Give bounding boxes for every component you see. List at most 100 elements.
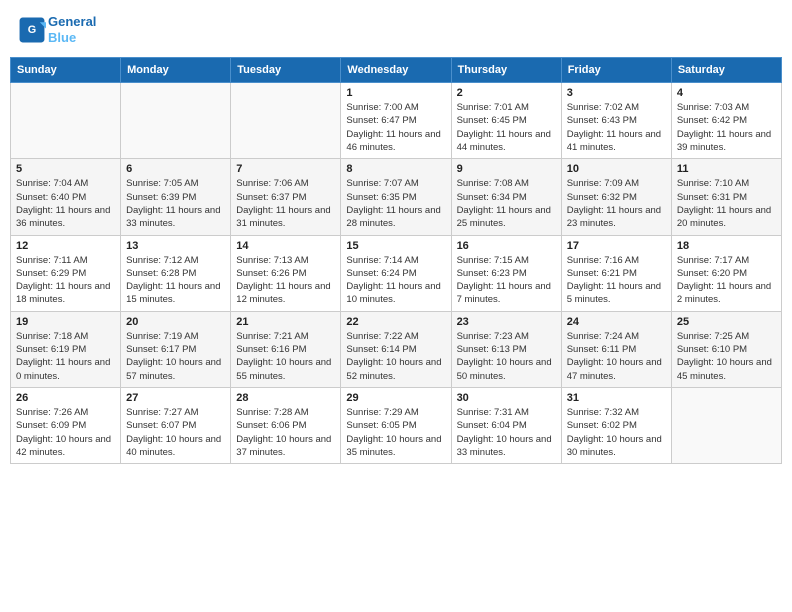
- calendar-cell: 13 Sunrise: 7:12 AMSunset: 6:28 PMDayligh…: [121, 235, 231, 311]
- day-info: Sunrise: 7:24 AMSunset: 6:11 PMDaylight:…: [567, 330, 666, 383]
- calendar-cell: 8 Sunrise: 7:07 AMSunset: 6:35 PMDaylight…: [341, 159, 451, 235]
- calendar-cell: 27 Sunrise: 7:27 AMSunset: 6:07 PMDayligh…: [121, 387, 231, 463]
- day-info: Sunrise: 7:22 AMSunset: 6:14 PMDaylight:…: [346, 330, 445, 383]
- day-info: Sunrise: 7:27 AMSunset: 6:07 PMDaylight:…: [126, 406, 225, 459]
- calendar-cell: 19Sunrise: 7:18 AMSunset: 6:19 PMDayligh…: [11, 311, 121, 387]
- day-number: 11: [677, 163, 776, 175]
- day-number: 23: [457, 316, 556, 328]
- day-info: Sunrise: 7:06 AMSunset: 6:37 PMDaylight:…: [236, 177, 335, 230]
- day-number: 15: [346, 240, 445, 252]
- calendar-cell: 26 Sunrise: 7:26 AMSunset: 6:09 PMDayligh…: [11, 387, 121, 463]
- day-number: 22: [346, 316, 445, 328]
- page-header: G General Blue: [10, 10, 782, 49]
- weekday-header-sunday: Sunday: [11, 58, 121, 83]
- day-info: Sunrise: 7:12 AMSunset: 6:28 PMDaylight:…: [126, 254, 225, 307]
- calendar-cell: [231, 83, 341, 159]
- calendar-cell: 29 Sunrise: 7:29 AMSunset: 6:05 PMDayligh…: [341, 387, 451, 463]
- day-info: Sunrise: 7:07 AMSunset: 6:35 PMDaylight:…: [346, 177, 445, 230]
- day-number: 26: [16, 392, 115, 404]
- day-info: Sunrise: 7:10 AMSunset: 6:31 PMDaylight:…: [677, 177, 776, 230]
- weekday-header-saturday: Saturday: [671, 58, 781, 83]
- logo: G General Blue: [18, 14, 96, 45]
- day-info: Sunrise: 7:05 AMSunset: 6:39 PMDaylight:…: [126, 177, 225, 230]
- calendar-cell: [671, 387, 781, 463]
- calendar-cell: 10Sunrise: 7:09 AMSunset: 6:32 PMDayligh…: [561, 159, 671, 235]
- day-info: Sunrise: 7:03 AMSunset: 6:42 PMDaylight:…: [677, 101, 776, 154]
- weekday-header-tuesday: Tuesday: [231, 58, 341, 83]
- day-number: 19: [16, 316, 115, 328]
- day-number: 25: [677, 316, 776, 328]
- day-info: Sunrise: 7:15 AMSunset: 6:23 PMDaylight:…: [457, 254, 556, 307]
- day-number: 4: [677, 87, 776, 99]
- day-info: Sunrise: 7:25 AMSunset: 6:10 PMDaylight:…: [677, 330, 776, 383]
- day-info: Sunrise: 7:32 AMSunset: 6:02 PMDaylight:…: [567, 406, 666, 459]
- calendar-cell: 12Sunrise: 7:11 AMSunset: 6:29 PMDayligh…: [11, 235, 121, 311]
- day-number: 16: [457, 240, 556, 252]
- day-info: Sunrise: 7:01 AMSunset: 6:45 PMDaylight:…: [457, 101, 556, 154]
- calendar-cell: 28 Sunrise: 7:28 AMSunset: 6:06 PMDayligh…: [231, 387, 341, 463]
- day-number: 20: [126, 316, 225, 328]
- calendar-cell: 30 Sunrise: 7:31 AMSunset: 6:04 PMDayligh…: [451, 387, 561, 463]
- weekday-header-friday: Friday: [561, 58, 671, 83]
- day-number: 2: [457, 87, 556, 99]
- day-number: 9: [457, 163, 556, 175]
- calendar-cell: 14Sunrise: 7:13 AMSunset: 6:26 PMDayligh…: [231, 235, 341, 311]
- calendar-week-1: 1 Sunrise: 7:00 AMSunset: 6:47 PMDaylight…: [11, 83, 782, 159]
- calendar-cell: 21 Sunrise: 7:21 AMSunset: 6:16 PMDayligh…: [231, 311, 341, 387]
- day-info: Sunrise: 7:21 AMSunset: 6:16 PMDaylight:…: [236, 330, 335, 383]
- calendar-cell: 9Sunrise: 7:08 AMSunset: 6:34 PMDaylight…: [451, 159, 561, 235]
- day-info: Sunrise: 7:00 AMSunset: 6:47 PMDaylight:…: [346, 101, 445, 154]
- day-number: 21: [236, 316, 335, 328]
- calendar-cell: [121, 83, 231, 159]
- weekday-header-thursday: Thursday: [451, 58, 561, 83]
- day-info: Sunrise: 7:31 AMSunset: 6:04 PMDaylight:…: [457, 406, 556, 459]
- calendar-cell: 20 Sunrise: 7:19 AMSunset: 6:17 PMDayligh…: [121, 311, 231, 387]
- calendar-cell: [11, 83, 121, 159]
- day-info: Sunrise: 7:29 AMSunset: 6:05 PMDaylight:…: [346, 406, 445, 459]
- day-number: 14: [236, 240, 335, 252]
- day-number: 29: [346, 392, 445, 404]
- day-info: Sunrise: 7:23 AMSunset: 6:13 PMDaylight:…: [457, 330, 556, 383]
- day-info: Sunrise: 7:09 AMSunset: 6:32 PMDaylight:…: [567, 177, 666, 230]
- calendar-cell: 2 Sunrise: 7:01 AMSunset: 6:45 PMDaylight…: [451, 83, 561, 159]
- calendar-week-4: 19Sunrise: 7:18 AMSunset: 6:19 PMDayligh…: [11, 311, 782, 387]
- day-number: 6: [126, 163, 225, 175]
- calendar-cell: 1 Sunrise: 7:00 AMSunset: 6:47 PMDaylight…: [341, 83, 451, 159]
- calendar-week-3: 12Sunrise: 7:11 AMSunset: 6:29 PMDayligh…: [11, 235, 782, 311]
- day-number: 5: [16, 163, 115, 175]
- calendar-cell: 25 Sunrise: 7:25 AMSunset: 6:10 PMDayligh…: [671, 311, 781, 387]
- calendar-week-5: 26 Sunrise: 7:26 AMSunset: 6:09 PMDayligh…: [11, 387, 782, 463]
- day-number: 13: [126, 240, 225, 252]
- calendar-cell: 24 Sunrise: 7:24 AMSunset: 6:11 PMDayligh…: [561, 311, 671, 387]
- day-number: 1: [346, 87, 445, 99]
- day-number: 17: [567, 240, 666, 252]
- day-number: 7: [236, 163, 335, 175]
- day-info: Sunrise: 7:16 AMSunset: 6:21 PMDaylight:…: [567, 254, 666, 307]
- calendar-cell: 17 Sunrise: 7:16 AMSunset: 6:21 PMDayligh…: [561, 235, 671, 311]
- day-number: 31: [567, 392, 666, 404]
- calendar-cell: 4 Sunrise: 7:03 AMSunset: 6:42 PMDaylight…: [671, 83, 781, 159]
- day-info: Sunrise: 7:19 AMSunset: 6:17 PMDaylight:…: [126, 330, 225, 383]
- weekday-header-wednesday: Wednesday: [341, 58, 451, 83]
- day-info: Sunrise: 7:17 AMSunset: 6:20 PMDaylight:…: [677, 254, 776, 307]
- day-info: Sunrise: 7:26 AMSunset: 6:09 PMDaylight:…: [16, 406, 115, 459]
- day-number: 8: [346, 163, 445, 175]
- day-number: 30: [457, 392, 556, 404]
- day-number: 3: [567, 87, 666, 99]
- day-number: 24: [567, 316, 666, 328]
- svg-text:G: G: [28, 24, 36, 36]
- day-number: 27: [126, 392, 225, 404]
- weekday-header-monday: Monday: [121, 58, 231, 83]
- day-number: 28: [236, 392, 335, 404]
- logo-text: General Blue: [48, 14, 96, 45]
- calendar-cell: 22 Sunrise: 7:22 AMSunset: 6:14 PMDayligh…: [341, 311, 451, 387]
- calendar-cell: 6 Sunrise: 7:05 AMSunset: 6:39 PMDaylight…: [121, 159, 231, 235]
- day-info: Sunrise: 7:04 AMSunset: 6:40 PMDaylight:…: [16, 177, 115, 230]
- calendar-cell: 5 Sunrise: 7:04 AMSunset: 6:40 PMDaylight…: [11, 159, 121, 235]
- day-info: Sunrise: 7:28 AMSunset: 6:06 PMDaylight:…: [236, 406, 335, 459]
- calendar-cell: 31 Sunrise: 7:32 AMSunset: 6:02 PMDayligh…: [561, 387, 671, 463]
- calendar-cell: 23 Sunrise: 7:23 AMSunset: 6:13 PMDayligh…: [451, 311, 561, 387]
- calendar-cell: 18Sunrise: 7:17 AMSunset: 6:20 PMDayligh…: [671, 235, 781, 311]
- day-info: Sunrise: 7:02 AMSunset: 6:43 PMDaylight:…: [567, 101, 666, 154]
- calendar-cell: 11 Sunrise: 7:10 AMSunset: 6:31 PMDayligh…: [671, 159, 781, 235]
